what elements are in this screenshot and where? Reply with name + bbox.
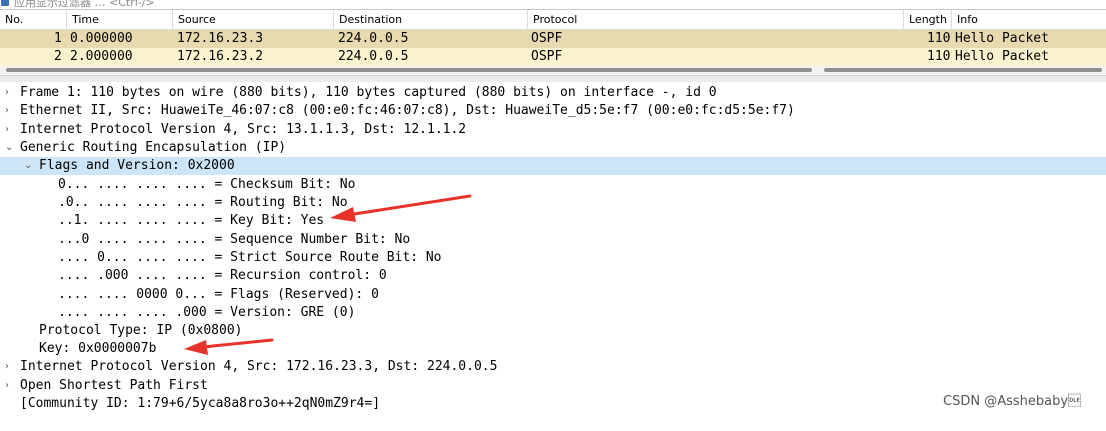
annotation-arrow-key-bit [330,194,472,222]
annotation-arrows [184,194,472,355]
watermark: CSDN @Asshebaby [943,394,1082,409]
annotation-arrow-key [184,338,274,355]
